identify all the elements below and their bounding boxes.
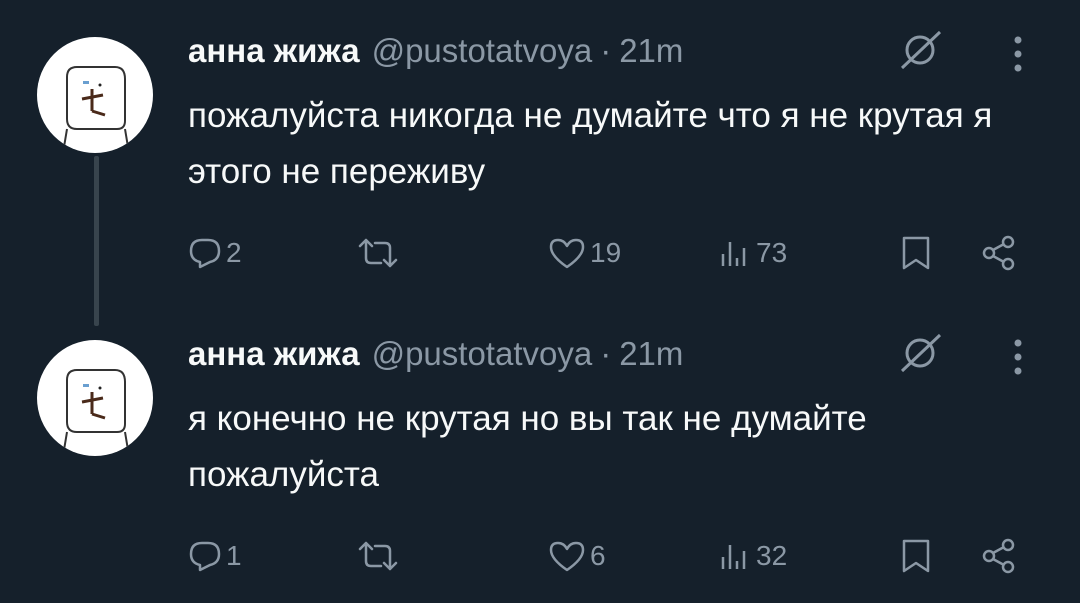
reply-count: 1	[226, 540, 242, 571]
avatar[interactable]	[37, 340, 153, 456]
reply-button[interactable]: 1	[188, 533, 242, 579]
author-name[interactable]: анна жижа	[188, 335, 360, 373]
tweet-actions: 1 6 32	[0, 533, 1080, 583]
tweet[interactable]: анна жижа @pustotatvoya · 21m пожалуйста…	[0, 0, 1080, 300]
author-handle[interactable]: @pustotatvoya	[372, 335, 593, 373]
tweet[interactable]: анна жижа @pustotatvoya · 21m я конечно …	[0, 303, 1080, 603]
like-count: 6	[590, 540, 606, 571]
avatar[interactable]	[37, 37, 153, 153]
author-handle[interactable]: @pustotatvoya	[372, 32, 593, 70]
slashed-circle-icon	[900, 333, 942, 373]
like-icon	[549, 541, 585, 572]
views-count: 32	[756, 540, 788, 571]
reply-icon	[189, 541, 221, 572]
bookmark-button[interactable]	[898, 230, 934, 276]
retweet-icon	[358, 238, 398, 268]
share-icon	[982, 235, 1015, 271]
like-button[interactable]: 6	[548, 533, 606, 579]
share-button[interactable]	[980, 230, 1020, 276]
timestamp[interactable]: 21m	[619, 32, 683, 70]
more-icon[interactable]	[1006, 34, 1030, 74]
slashed-circle-icon	[900, 30, 942, 70]
tweet-header: анна жижа @pustotatvoya · 21m	[188, 329, 683, 379]
reply-button[interactable]: 2	[188, 230, 242, 276]
separator-dot: ·	[600, 335, 612, 372]
retweet-button[interactable]	[356, 533, 400, 579]
avatar-drawing-icon	[62, 369, 130, 456]
share-button[interactable]	[980, 533, 1020, 579]
timestamp[interactable]: 21m	[619, 335, 683, 373]
share-icon	[982, 538, 1015, 574]
retweet-button[interactable]	[356, 230, 400, 276]
retweet-icon	[358, 541, 398, 571]
views-button[interactable]: 32	[718, 533, 787, 579]
bookmark-icon	[902, 539, 930, 573]
views-icon	[721, 242, 746, 266]
reply-count: 2	[226, 237, 242, 268]
separator-dot: ·	[600, 32, 612, 69]
bookmark-icon	[902, 236, 930, 270]
views-count: 73	[756, 237, 788, 268]
tweet-actions: 2 19 73	[0, 230, 1080, 280]
bookmark-button[interactable]	[898, 533, 934, 579]
tweet-text: пожалуйста никогда не думайте что я не к…	[188, 96, 993, 191]
reply-icon	[189, 238, 221, 269]
like-count: 19	[590, 237, 622, 268]
tweet-text: я конечно не крутая но вы так не думайте…	[188, 399, 867, 494]
views-icon	[721, 545, 746, 569]
tweet-header: анна жижа @pustotatvoya · 21m	[188, 26, 683, 76]
author-name[interactable]: анна жижа	[188, 32, 360, 70]
like-button[interactable]: 19	[548, 230, 621, 276]
avatar-drawing-icon	[62, 66, 130, 153]
like-icon	[549, 238, 585, 269]
views-button[interactable]: 73	[718, 230, 787, 276]
more-icon[interactable]	[1006, 337, 1030, 377]
